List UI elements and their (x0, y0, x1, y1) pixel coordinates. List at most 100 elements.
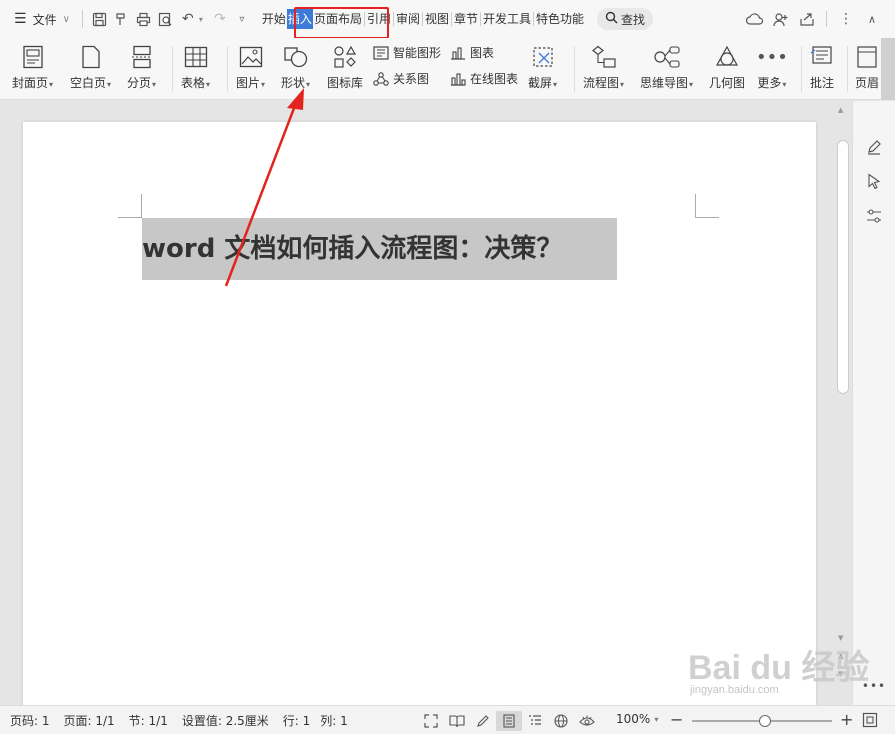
relation-diagram-button[interactable]: 关系图 (373, 70, 429, 87)
read-mode-icon[interactable] (444, 711, 470, 731)
zoom-slider-handle[interactable] (758, 715, 771, 727)
divider (480, 12, 482, 26)
online-chart-button[interactable]: 在线图表 (450, 70, 518, 87)
flowchart-button[interactable]: 流程图▾ (583, 42, 624, 91)
icon-library-label: 图标库 (327, 76, 364, 90)
zoom-level: 100% (616, 712, 651, 726)
zoom-out-button[interactable]: − (670, 710, 683, 729)
fullscreen-icon[interactable] (418, 711, 444, 731)
tab-home[interactable]: 开始 (261, 9, 287, 29)
status-section[interactable]: 节: 1/1 (129, 712, 168, 729)
add-user-icon[interactable] (768, 8, 794, 30)
chevron-down-icon: ▾ (782, 80, 787, 89)
zoom-dropdown[interactable]: 100% ▾ (616, 712, 658, 726)
more-icon: ••• (756, 46, 788, 68)
chevron-down-icon: ▾ (689, 80, 694, 89)
chevron-down-icon: ▾ (206, 80, 211, 89)
undo-icon[interactable]: ↶ (177, 8, 199, 30)
chevron-down-icon: ▾ (553, 80, 558, 89)
page-view-icon[interactable] (496, 711, 522, 731)
search-button[interactable]: 查找 (597, 8, 654, 30)
document-heading[interactable]: word 文档如何插入流程图：决策？ (142, 218, 617, 280)
chart-button[interactable]: 图表 (450, 44, 494, 61)
geometry-button[interactable]: 几何图 (709, 42, 745, 91)
file-menu-button[interactable]: ☰ 文件 ∨ (14, 11, 70, 28)
watermark-logo-text: Bai du 经验 (688, 649, 870, 687)
more-options-icon[interactable]: ⋮ (833, 8, 859, 30)
adjust-settings-icon[interactable] (864, 206, 884, 226)
status-page-count[interactable]: 页面: 1/1 (64, 712, 115, 729)
smartart-icon (373, 45, 389, 60)
chevron-down-icon: ▾ (261, 80, 266, 89)
online-chart-icon (451, 72, 466, 86)
tab-developer[interactable]: 开发工具 (482, 9, 532, 29)
table-button[interactable]: 表格▾ (181, 42, 210, 91)
zoom-in-button[interactable]: + (840, 710, 853, 729)
divider (227, 46, 228, 92)
tab-review[interactable]: 审阅 (395, 9, 421, 29)
share-icon[interactable] (794, 8, 820, 30)
divider (847, 46, 848, 92)
mind-map-button[interactable]: 思维导图▾ (640, 42, 693, 91)
more-label: 更多 (757, 76, 782, 90)
search-icon (605, 11, 618, 28)
cloud-sync-icon[interactable] (742, 8, 768, 30)
page-break-icon (131, 42, 153, 72)
chevron-down-icon: ▾ (654, 714, 659, 724)
icon-library-button[interactable]: 图标库 (327, 42, 363, 91)
blank-page-icon (81, 42, 101, 72)
mind-map-label: 思维导图 (640, 76, 689, 90)
ribbon-scroll-edge[interactable] (881, 38, 895, 100)
page-break-button[interactable]: 分页▾ (127, 42, 156, 91)
tab-view[interactable]: 视图 (424, 9, 450, 29)
web-view-icon[interactable] (548, 711, 574, 731)
print-icon[interactable] (133, 8, 155, 30)
table-label: 表格 (181, 76, 206, 90)
scrollbar-thumb[interactable] (837, 140, 849, 394)
customize-toolbar-icon[interactable]: ▿ (231, 8, 253, 30)
vertical-scrollbar[interactable]: ▲ ▼ ▲ ▼ (834, 104, 852, 704)
tab-special-features[interactable]: 特色功能 (535, 9, 585, 29)
screenshot-label: 截屏 (528, 76, 553, 90)
document-area: word 文档如何插入流程图：决策？ (0, 101, 832, 722)
eye-protection-icon[interactable] (574, 711, 600, 731)
scroll-up-icon[interactable]: ▲ (838, 106, 843, 114)
write-mode-icon[interactable] (470, 711, 496, 731)
document-page[interactable]: word 文档如何插入流程图：决策？ (23, 122, 816, 722)
format-painter-icon[interactable] (111, 8, 133, 30)
icon-library-icon (333, 42, 357, 72)
outline-view-icon[interactable] (522, 711, 548, 731)
zoom-slider[interactable] (692, 715, 832, 727)
select-cursor-icon[interactable] (864, 171, 884, 191)
undo-dropdown-icon[interactable]: ▾ (199, 15, 209, 24)
divider (451, 12, 452, 26)
picture-button[interactable]: 图片▾ (236, 42, 265, 91)
chevron-down-icon: ▾ (107, 80, 112, 89)
header-button[interactable]: 页眉 (855, 42, 879, 91)
divider (172, 46, 173, 92)
more-button[interactable]: ••• 更多▾ (756, 42, 788, 91)
shape-button[interactable]: 形状▾ (281, 42, 310, 91)
blank-page-button[interactable]: 空白页▾ (70, 42, 111, 91)
fit-window-icon[interactable] (862, 712, 878, 731)
menu-bar: ☰ 文件 ∨ ↶ ▾ ↷ ▿ 开始 插入 页面布局 引用 审阅 视图 章节 开发… (0, 0, 895, 38)
status-page-number[interactable]: 页码: 1 (10, 712, 50, 729)
status-column[interactable]: 列: 1 (320, 712, 348, 729)
online-chart-label: 在线图表 (470, 72, 519, 86)
header-icon (856, 42, 878, 72)
status-setting-value[interactable]: 设置值: 2.5厘米 (182, 712, 269, 729)
save-icon[interactable] (89, 8, 111, 30)
redo-icon[interactable]: ↷ (209, 8, 231, 30)
comment-button[interactable]: 批注 (810, 42, 834, 91)
ribbon-toolbar: 封面页▾ 空白页▾ 分页▾ 表格▾ 图片▾ 形状▾ 图标库 智能图形 图表 关系… (0, 38, 881, 100)
smartart-button[interactable]: 智能图形 (373, 44, 441, 61)
screenshot-button[interactable]: 截屏▾ (528, 42, 557, 91)
pen-icon[interactable] (864, 137, 884, 157)
print-preview-icon[interactable] (155, 8, 177, 30)
geometry-label: 几何图 (709, 76, 746, 90)
collapse-ribbon-icon[interactable]: ∧ (859, 8, 885, 30)
tab-section[interactable]: 章节 (453, 9, 479, 29)
divider (421, 12, 423, 26)
status-row[interactable]: 行: 1 (283, 712, 311, 729)
cover-page-button[interactable]: 封面页▾ (12, 42, 53, 91)
